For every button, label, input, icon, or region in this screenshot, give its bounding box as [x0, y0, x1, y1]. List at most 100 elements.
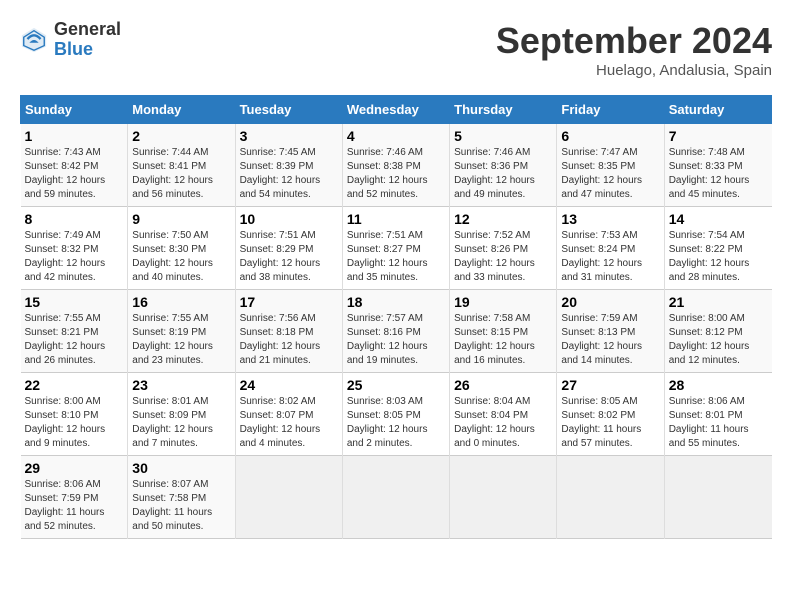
day-number: 30 — [132, 460, 230, 476]
day-number: 17 — [240, 294, 338, 310]
calendar-cell: 29 Sunrise: 8:06 AM Sunset: 7:59 PM Dayli… — [21, 456, 128, 539]
calendar-cell: 25 Sunrise: 8:03 AM Sunset: 8:05 PM Dayli… — [342, 373, 449, 456]
calendar-header: Sunday Monday Tuesday Wednesday Thursday… — [21, 96, 772, 124]
day-number: 1 — [25, 128, 124, 144]
day-info: Sunrise: 7:45 AM Sunset: 8:39 PM Dayligh… — [240, 147, 321, 200]
day-number: 4 — [347, 128, 445, 144]
calendar-cell: 3 Sunrise: 7:45 AM Sunset: 8:39 PM Daylig… — [235, 124, 342, 207]
day-number: 14 — [669, 211, 768, 227]
day-info: Sunrise: 7:59 AM Sunset: 8:13 PM Dayligh… — [561, 313, 642, 366]
day-info: Sunrise: 7:56 AM Sunset: 8:18 PM Dayligh… — [240, 313, 321, 366]
day-number: 5 — [454, 128, 552, 144]
day-number: 26 — [454, 377, 552, 393]
day-number: 25 — [347, 377, 445, 393]
col-sunday: Sunday — [21, 96, 128, 124]
day-info: Sunrise: 7:46 AM Sunset: 8:36 PM Dayligh… — [454, 147, 535, 200]
day-info: Sunrise: 7:54 AM Sunset: 8:22 PM Dayligh… — [669, 230, 750, 283]
day-info: Sunrise: 8:02 AM Sunset: 8:07 PM Dayligh… — [240, 396, 321, 449]
day-number: 16 — [132, 294, 230, 310]
col-monday: Monday — [128, 96, 235, 124]
calendar-cell: 24 Sunrise: 8:02 AM Sunset: 8:07 PM Dayli… — [235, 373, 342, 456]
day-info: Sunrise: 7:48 AM Sunset: 8:33 PM Dayligh… — [669, 147, 750, 200]
calendar-week-3: 15 Sunrise: 7:55 AM Sunset: 8:21 PM Dayli… — [21, 290, 772, 373]
day-info: Sunrise: 7:46 AM Sunset: 8:38 PM Dayligh… — [347, 147, 428, 200]
calendar-cell: 30 Sunrise: 8:07 AM Sunset: 7:58 PM Dayli… — [128, 456, 235, 539]
calendar-cell: 16 Sunrise: 7:55 AM Sunset: 8:19 PM Dayli… — [128, 290, 235, 373]
day-info: Sunrise: 8:06 AM Sunset: 7:59 PM Dayligh… — [25, 479, 105, 532]
day-number: 8 — [25, 211, 124, 227]
day-info: Sunrise: 7:47 AM Sunset: 8:35 PM Dayligh… — [561, 147, 642, 200]
day-number: 7 — [669, 128, 768, 144]
calendar-table: Sunday Monday Tuesday Wednesday Thursday… — [20, 95, 772, 539]
day-number: 20 — [561, 294, 659, 310]
calendar-cell: 17 Sunrise: 7:56 AM Sunset: 8:18 PM Dayli… — [235, 290, 342, 373]
day-info: Sunrise: 7:52 AM Sunset: 8:26 PM Dayligh… — [454, 230, 535, 283]
day-number: 12 — [454, 211, 552, 227]
day-number: 19 — [454, 294, 552, 310]
calendar-cell: 13Sunrise: 7:53 AM Sunset: 8:24 PM Dayli… — [557, 207, 664, 290]
calendar-cell: 18 Sunrise: 7:57 AM Sunset: 8:16 PM Dayli… — [342, 290, 449, 373]
calendar-cell — [235, 456, 342, 539]
day-info: Sunrise: 8:05 AM Sunset: 8:02 PM Dayligh… — [561, 396, 641, 449]
calendar-cell: 7 Sunrise: 7:48 AM Sunset: 8:33 PM Daylig… — [664, 124, 771, 207]
day-info: Sunrise: 7:55 AM Sunset: 8:19 PM Dayligh… — [132, 313, 213, 366]
col-wednesday: Wednesday — [342, 96, 449, 124]
calendar-cell: 22 Sunrise: 8:00 AM Sunset: 8:10 PM Dayli… — [21, 373, 128, 456]
calendar-cell: 2Sunrise: 7:44 AM Sunset: 8:41 PM Daylig… — [128, 124, 235, 207]
calendar-cell: 14 Sunrise: 7:54 AM Sunset: 8:22 PM Dayli… — [664, 207, 771, 290]
day-info: Sunrise: 8:06 AM Sunset: 8:01 PM Dayligh… — [669, 396, 749, 449]
day-info: Sunrise: 7:50 AM Sunset: 8:30 PM Dayligh… — [132, 230, 213, 283]
day-number: 3 — [240, 128, 338, 144]
logo-icon — [20, 26, 48, 54]
day-number: 21 — [669, 294, 768, 310]
day-number: 22 — [25, 377, 124, 393]
day-info: Sunrise: 8:00 AM Sunset: 8:12 PM Dayligh… — [669, 313, 750, 366]
day-number: 6 — [561, 128, 659, 144]
day-number: 27 — [561, 377, 659, 393]
day-info: Sunrise: 8:07 AM Sunset: 7:58 PM Dayligh… — [132, 479, 212, 532]
calendar-week-5: 29 Sunrise: 8:06 AM Sunset: 7:59 PM Dayli… — [21, 456, 772, 539]
calendar-cell: 26Sunrise: 8:04 AM Sunset: 8:04 PM Dayli… — [450, 373, 557, 456]
calendar-cell: 19Sunrise: 7:58 AM Sunset: 8:15 PM Dayli… — [450, 290, 557, 373]
calendar-cell: 28 Sunrise: 8:06 AM Sunset: 8:01 PM Dayli… — [664, 373, 771, 456]
day-number: 2 — [132, 128, 230, 144]
day-number: 24 — [240, 377, 338, 393]
day-info: Sunrise: 7:49 AM Sunset: 8:32 PM Dayligh… — [25, 230, 106, 283]
day-info: Sunrise: 7:55 AM Sunset: 8:21 PM Dayligh… — [25, 313, 106, 366]
day-number: 11 — [347, 211, 445, 227]
location-text: Huelago, Andalusia, Spain — [496, 62, 772, 79]
col-tuesday: Tuesday — [235, 96, 342, 124]
day-number: 15 — [25, 294, 124, 310]
calendar-week-4: 22 Sunrise: 8:00 AM Sunset: 8:10 PM Dayli… — [21, 373, 772, 456]
day-info: Sunrise: 7:53 AM Sunset: 8:24 PM Dayligh… — [561, 230, 642, 283]
calendar-cell — [342, 456, 449, 539]
logo-blue-text: Blue — [54, 40, 121, 60]
calendar-cell: 20 Sunrise: 7:59 AM Sunset: 8:13 PM Dayli… — [557, 290, 664, 373]
calendar-cell: 15 Sunrise: 7:55 AM Sunset: 8:21 PM Dayli… — [21, 290, 128, 373]
calendar-week-1: 1 Sunrise: 7:43 AM Sunset: 8:42 PM Daylig… — [21, 124, 772, 207]
day-number: 28 — [669, 377, 768, 393]
calendar-cell: 21 Sunrise: 8:00 AM Sunset: 8:12 PM Dayli… — [664, 290, 771, 373]
day-info: Sunrise: 8:03 AM Sunset: 8:05 PM Dayligh… — [347, 396, 428, 449]
calendar-cell: 11 Sunrise: 7:51 AM Sunset: 8:27 PM Dayli… — [342, 207, 449, 290]
calendar-cell: 8 Sunrise: 7:49 AM Sunset: 8:32 PM Daylig… — [21, 207, 128, 290]
calendar-cell: 12 Sunrise: 7:52 AM Sunset: 8:26 PM Dayli… — [450, 207, 557, 290]
calendar-cell: 4 Sunrise: 7:46 AM Sunset: 8:38 PM Daylig… — [342, 124, 449, 207]
day-number: 29 — [25, 460, 124, 476]
col-saturday: Saturday — [664, 96, 771, 124]
calendar-cell: 9Sunrise: 7:50 AM Sunset: 8:30 PM Daylig… — [128, 207, 235, 290]
calendar-cell: 23 Sunrise: 8:01 AM Sunset: 8:09 PM Dayli… — [128, 373, 235, 456]
day-number: 18 — [347, 294, 445, 310]
day-info: Sunrise: 7:57 AM Sunset: 8:16 PM Dayligh… — [347, 313, 428, 366]
col-friday: Friday — [557, 96, 664, 124]
calendar-cell: 27 Sunrise: 8:05 AM Sunset: 8:02 PM Dayli… — [557, 373, 664, 456]
day-info: Sunrise: 7:51 AM Sunset: 8:27 PM Dayligh… — [347, 230, 428, 283]
calendar-cell: 5 Sunrise: 7:46 AM Sunset: 8:36 PM Daylig… — [450, 124, 557, 207]
day-info: Sunrise: 8:00 AM Sunset: 8:10 PM Dayligh… — [25, 396, 106, 449]
calendar-cell — [557, 456, 664, 539]
day-info: Sunrise: 7:43 AM Sunset: 8:42 PM Dayligh… — [25, 147, 106, 200]
day-info: Sunrise: 8:01 AM Sunset: 8:09 PM Dayligh… — [132, 396, 213, 449]
title-block: September 2024 Huelago, Andalusia, Spain — [496, 20, 772, 79]
day-info: Sunrise: 7:51 AM Sunset: 8:29 PM Dayligh… — [240, 230, 321, 283]
day-number: 23 — [132, 377, 230, 393]
